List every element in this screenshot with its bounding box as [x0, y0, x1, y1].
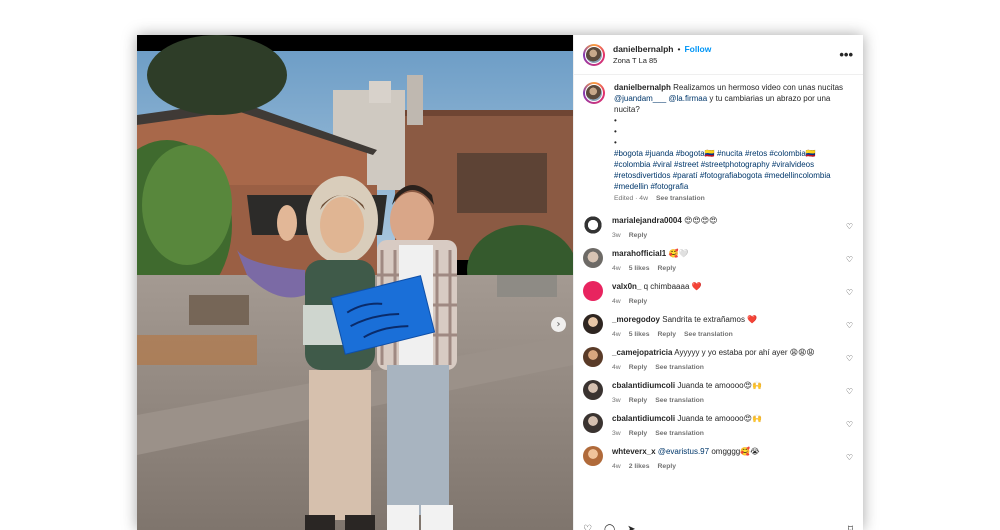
hashtags[interactable]: #bogota #juanda #bogota🇨🇴 #nucita #retos…: [614, 148, 853, 192]
comment-time: 4w: [612, 463, 621, 470]
reply-button[interactable]: Reply: [658, 265, 677, 272]
action-bar: ♡ ◯ ➤ ⌑: [583, 524, 853, 530]
edited-time: Edited · 4w: [614, 195, 649, 202]
avatar[interactable]: [583, 314, 603, 334]
follow-button[interactable]: Follow: [684, 44, 711, 54]
caption-dot: •: [614, 127, 617, 136]
mention-link[interactable]: @la.firmaa: [668, 94, 707, 103]
comment-text: 😍😍😍😍: [684, 216, 718, 225]
reply-button[interactable]: Reply: [658, 331, 677, 338]
next-photo-button[interactable]: ›: [551, 317, 566, 332]
caption-dot: •: [614, 116, 617, 125]
caption-text: Realizamos un hermoso video con unas nuc…: [673, 83, 844, 92]
see-translation-button[interactable]: See translation: [655, 430, 704, 437]
comment-username[interactable]: marahofficial1: [612, 249, 666, 258]
comment-username[interactable]: whteverx_x: [612, 447, 656, 456]
comment-icon[interactable]: ◯: [604, 524, 615, 530]
comment-username[interactable]: cbalantidiumcoli: [612, 414, 675, 423]
comment-time: 3w: [612, 232, 621, 239]
bookmark-icon[interactable]: ⌑: [848, 524, 853, 530]
comment-text: Sandrita te extrañamos ❤️: [662, 315, 758, 324]
comment: _camejopatricia Ayyyyy y yo estaba por a…: [583, 347, 853, 371]
likes-count[interactable]: 5 likes: [629, 331, 650, 338]
share-icon[interactable]: ➤: [627, 524, 635, 530]
comment-text: q chimbaaaa ❤️: [643, 282, 702, 291]
comment-time: 4w: [612, 364, 621, 371]
heart-icon[interactable]: ♡: [846, 288, 853, 297]
reply-button[interactable]: Reply: [629, 397, 648, 404]
reply-button[interactable]: Reply: [658, 463, 677, 470]
see-translation-button[interactable]: See translation: [684, 331, 733, 338]
avatar[interactable]: [583, 43, 605, 66]
heart-icon[interactable]: ♡: [846, 453, 853, 462]
comment-time: 4w: [612, 265, 621, 272]
mention-link[interactable]: @evaristus.97: [658, 447, 709, 456]
separator: •: [677, 44, 681, 54]
avatar[interactable]: [583, 380, 603, 400]
photo-illustration: [137, 35, 573, 530]
avatar[interactable]: [583, 248, 603, 268]
heart-icon[interactable]: ♡: [846, 222, 853, 231]
comment-username[interactable]: cbalantidiumcoli: [612, 381, 675, 390]
location-link[interactable]: Zona T La 85: [613, 56, 839, 65]
comment-time: 3w: [612, 430, 621, 437]
likes-count[interactable]: 2 likes: [629, 463, 650, 470]
avatar[interactable]: [583, 281, 603, 301]
avatar[interactable]: [583, 82, 605, 104]
comment-time: 4w: [612, 298, 621, 305]
caption: danielbernalph Realizamos un hermoso vid…: [583, 81, 853, 202]
comment-text: Juanda te amoooo😍🙌: [677, 381, 762, 390]
heart-icon[interactable]: ♡: [846, 420, 853, 429]
avatar[interactable]: [583, 446, 603, 466]
comment-time: 3w: [612, 397, 621, 404]
comment: cbalantidiumcoli Juanda te amoooo😍🙌 3w Re…: [583, 380, 853, 404]
see-translation-button[interactable]: See translation: [656, 195, 705, 202]
caption-dot: •: [614, 138, 617, 147]
post-header: danielbernalph • Follow Zona T La 85 •••: [574, 35, 863, 75]
comment-text: Juanda te amoooo😍🙌: [677, 414, 762, 423]
comment-username[interactable]: marialejandra0004: [612, 216, 682, 225]
more-horizontal-icon[interactable]: •••: [839, 47, 853, 62]
reply-button[interactable]: Reply: [629, 430, 648, 437]
caption-username[interactable]: danielbernalph: [614, 83, 671, 92]
author-username[interactable]: danielbernalph: [613, 44, 673, 54]
see-translation-button[interactable]: See translation: [655, 364, 704, 371]
heart-icon[interactable]: ♡: [846, 354, 853, 363]
comments-section: danielbernalph Realizamos un hermoso vid…: [574, 75, 863, 530]
comment: _moregodoy Sandrita te extrañamos ❤️ 4w 5…: [583, 314, 853, 338]
mention-link[interactable]: @juandam___: [614, 94, 666, 103]
comment-text: omgggg🥰😭: [711, 447, 760, 456]
reply-button[interactable]: Reply: [629, 364, 648, 371]
comment-time: 4w: [612, 331, 621, 338]
reply-button[interactable]: Reply: [629, 232, 648, 239]
comment: marialejandra0004 😍😍😍😍 3w Reply ♡: [583, 215, 853, 239]
chevron-right-icon: ›: [556, 318, 561, 330]
comment: cbalantidiumcoli Juanda te amoooo😍🙌 3w Re…: [583, 413, 853, 437]
avatar[interactable]: [583, 347, 603, 367]
heart-icon[interactable]: ♡: [846, 387, 853, 396]
comment-username[interactable]: _camejopatricia: [612, 348, 672, 357]
comment: whteverx_x @evaristus.97 omgggg🥰😭 4w 2 li…: [583, 446, 853, 470]
post-photo[interactable]: ›: [137, 35, 573, 530]
comment-username[interactable]: _moregodoy: [612, 315, 660, 324]
avatar[interactable]: [583, 215, 603, 235]
likes-count[interactable]: 5 likes: [629, 265, 650, 272]
heart-icon[interactable]: ♡: [583, 524, 592, 530]
heart-icon[interactable]: ♡: [846, 321, 853, 330]
comment: valx0n_ q chimbaaaa ❤️ 4w Reply ♡: [583, 281, 853, 305]
post-sidebar: danielbernalph • Follow Zona T La 85 •••…: [573, 35, 863, 530]
heart-icon[interactable]: ♡: [846, 255, 853, 264]
instagram-post: › danielbernalph • Follow Zona T La 85 •…: [137, 35, 863, 530]
see-translation-button[interactable]: See translation: [655, 397, 704, 404]
reply-button[interactable]: Reply: [629, 298, 648, 305]
avatar[interactable]: [583, 413, 603, 433]
comment-username[interactable]: valx0n_: [612, 282, 641, 291]
comment-text: Ayyyyy y yo estaba por ahí ayer 😩😩😩: [674, 348, 815, 357]
comment: marahofficial1 🥰🤍 4w 5 likes Reply ♡: [583, 248, 853, 272]
comment-text: 🥰🤍: [668, 249, 689, 258]
